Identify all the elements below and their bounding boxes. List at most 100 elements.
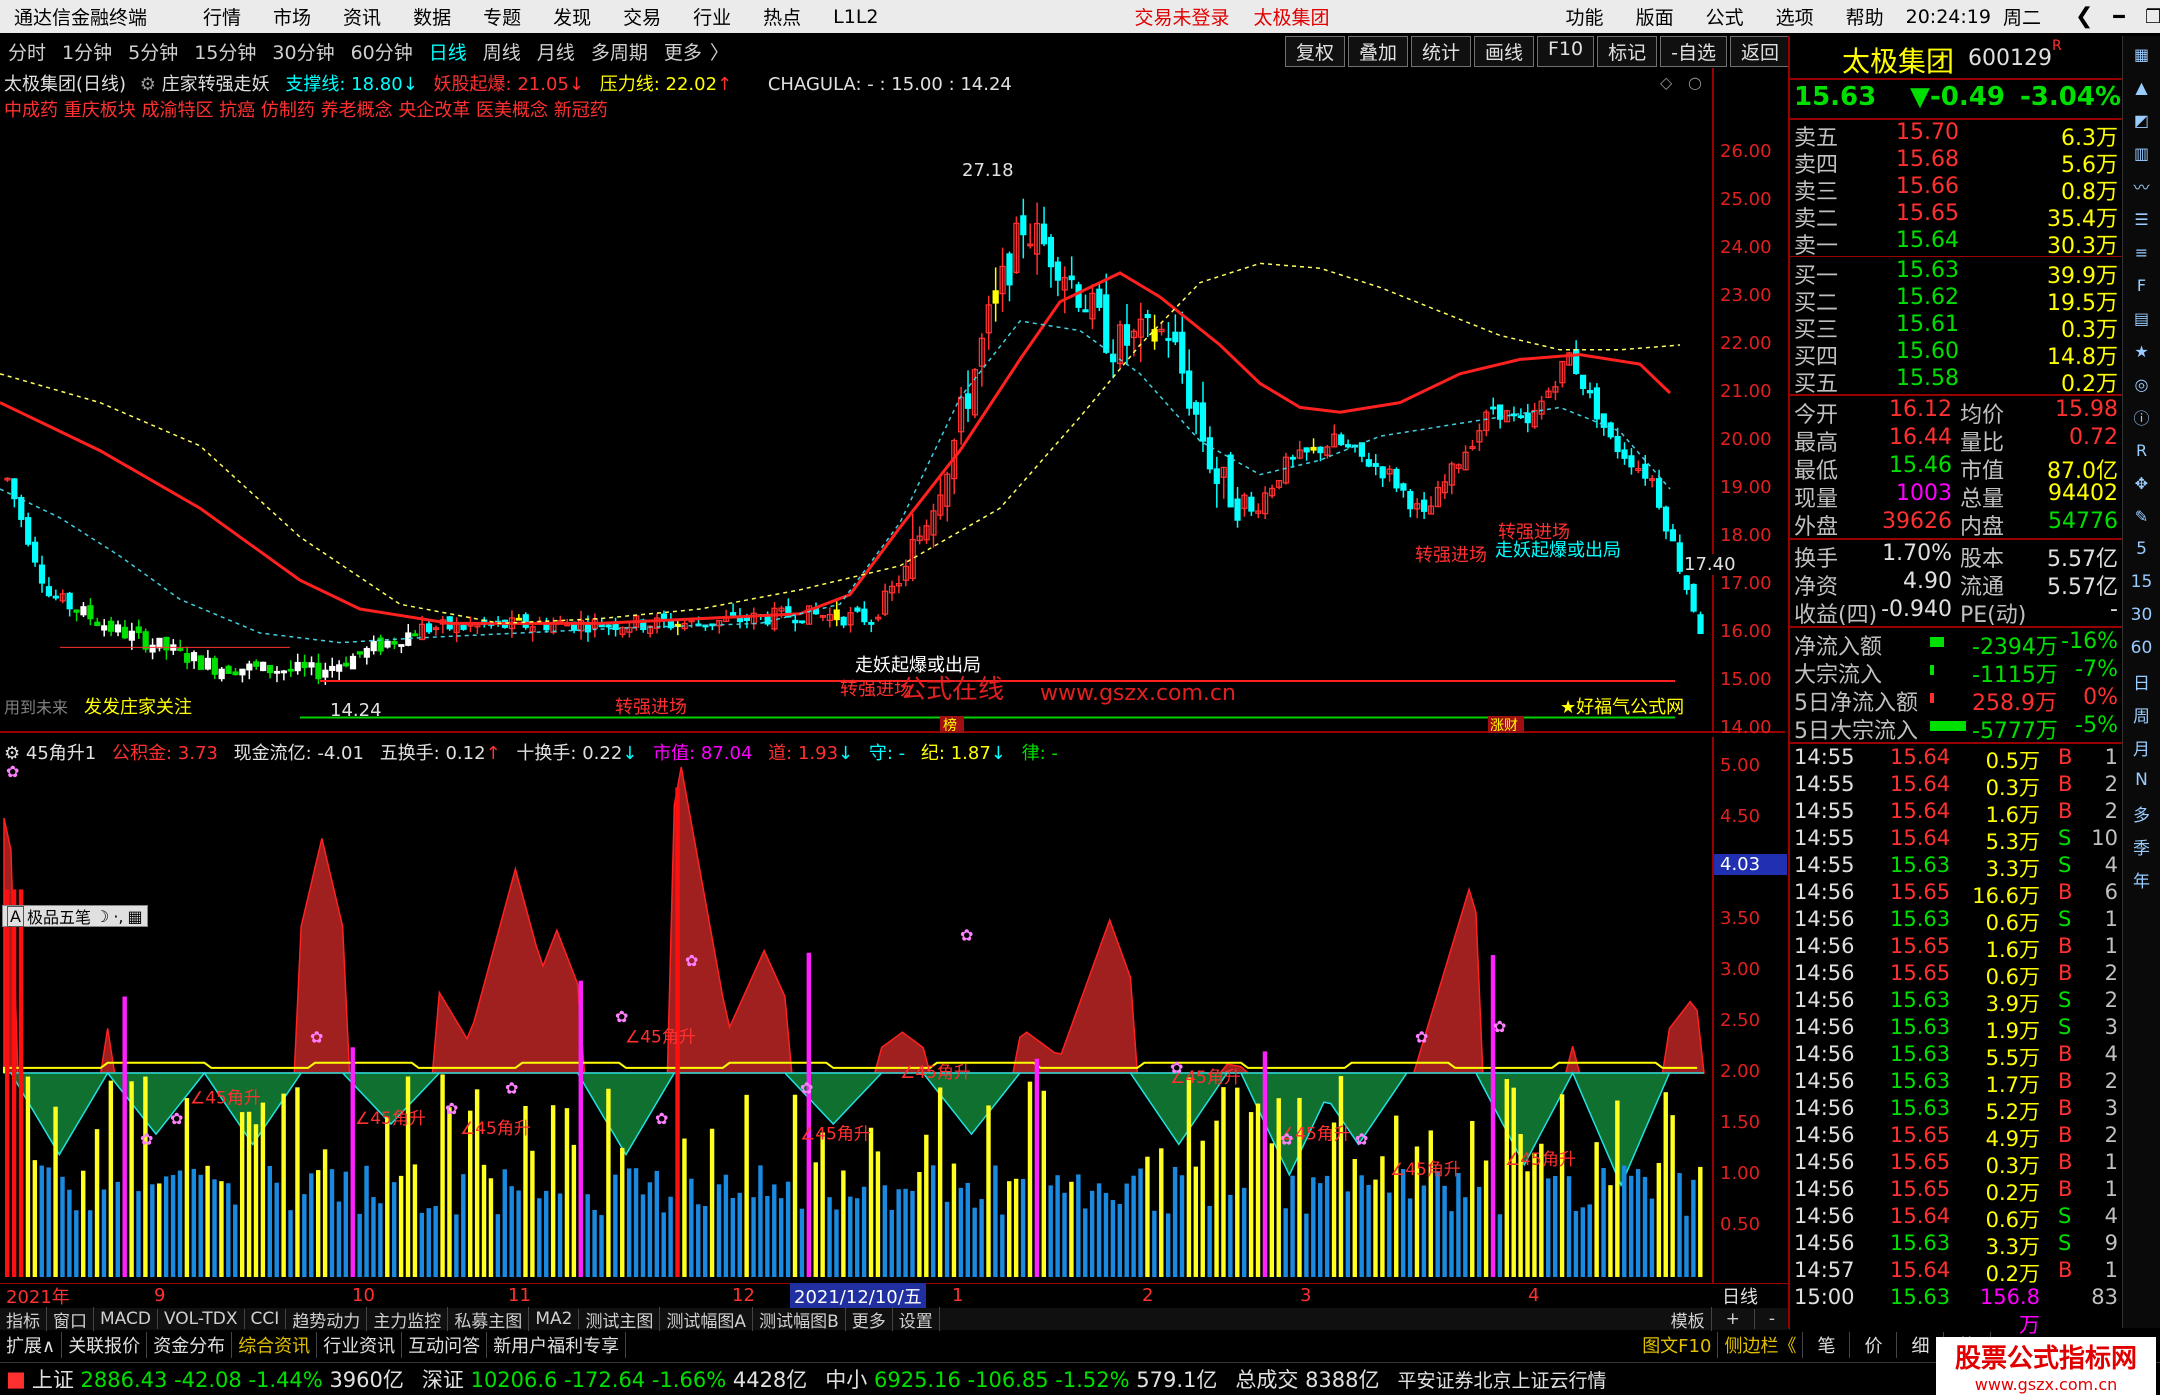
bid-row[interactable]: 买五 15.58 0.2万 [1790,366,2122,397]
menu-item-formula[interactable]: 公式 [1690,3,1760,30]
ext-tab-expand[interactable]: 扩展∧ [0,1332,63,1358]
bid-row[interactable]: 买二 15.62 19.5万 [1790,285,2122,316]
zoom-in-button[interactable]: + [1712,1309,1755,1329]
sidebar-period-9[interactable]: 季 [2127,831,2157,861]
period-monthly[interactable]: 月线 [529,38,583,65]
star-icon[interactable]: ★ [2127,336,2157,366]
ext-tab-qa[interactable]: 互动问答 [402,1332,488,1358]
period-timeshare[interactable]: 分时 [0,38,54,65]
bid-row[interactable]: 买四 15.60 14.8万 [1790,339,2122,370]
sidebar-period-6[interactable]: 月 [2127,732,2157,762]
restore-icon[interactable]: ❐ [2145,6,2160,28]
edit-icon[interactable]: ✎ [2127,501,2157,531]
tab-macd[interactable]: MACD [94,1309,158,1329]
menu-item-options[interactable]: 选项 [1760,3,1830,30]
sidebar-period-2[interactable]: 30 [2127,600,2157,630]
menu-item-quotes[interactable]: 行情 [187,3,257,30]
chart-icon[interactable]: ◩ [2127,105,2157,135]
up-icon[interactable]: ▲ [2127,72,2157,102]
menu-item-help[interactable]: 帮助 [1830,3,1900,30]
bid-row[interactable]: 买三 15.61 0.3万 [1790,312,2122,343]
period-30min[interactable]: 30分钟 [264,38,342,65]
period-daily[interactable]: 日线 [421,38,475,65]
overlay-button[interactable]: 叠加 [1347,36,1408,67]
more-chevron-icon[interactable]: 〉 [710,38,729,65]
sidebar-period-7[interactable]: N [2127,765,2157,795]
adjust-button[interactable]: 复权 [1284,36,1345,67]
menu-item-l1l2[interactable]: L1L2 [817,6,894,28]
draw-button[interactable]: 画线 [1473,36,1534,67]
sidebar-period-1[interactable]: 15 [2127,567,2157,597]
move-icon[interactable]: ✥ [2127,468,2157,498]
bid-row[interactable]: 买一 15.63 39.9万 [1790,258,2122,289]
menu-item-industry[interactable]: 行业 [677,3,747,30]
candle-icon[interactable]: ☰ [2127,204,2157,234]
sidebar-period-10[interactable]: 年 [2127,864,2157,894]
tab-ma2[interactable]: MA2 [529,1309,580,1329]
ime-popup[interactable]: A 极品五笔 ☽ ·, ▦ [2,905,148,927]
ext-pen[interactable]: 笔 [1803,1332,1851,1358]
zoom-out-button[interactable]: - [1755,1309,1790,1329]
sidebar-period-5[interactable]: 周 [2127,699,2157,729]
ask-row[interactable]: 卖二 15.65 35.4万 [1790,201,2122,232]
tab-cci[interactable]: CCI [245,1309,287,1329]
indicator-gear-icon[interactable]: ⚙ [4,743,20,764]
ext-f10[interactable]: 图文F10 [1636,1332,1719,1358]
bar-icon[interactable]: ▥ [2127,138,2157,168]
ext-tab-industry-news[interactable]: 行业资讯 [317,1332,403,1358]
ime-keyboard-icon[interactable]: ▦ [127,907,142,926]
sidebar-period-0[interactable]: 5 [2127,534,2157,564]
period-15min[interactable]: 15分钟 [186,38,264,65]
tab-private-main[interactable]: 私募主图 [448,1306,530,1332]
period-more[interactable]: 更多 [656,38,710,65]
login-status[interactable]: 交易未登录 [1135,3,1230,30]
price-chart-panel[interactable]: 27.18 14.24 走妖起爆或出局 转强进场 转强进场 走妖起爆或出局 转强进场 转强进场… [0,68,1785,738]
ask-row[interactable]: 卖一 15.64 30.3万 [1790,228,2122,259]
menu-item-layout[interactable]: 版面 [1620,3,1690,30]
menu-item-trade[interactable]: 交易 [607,3,677,30]
menu-item-market[interactable]: 市场 [257,3,327,30]
menu-item-news[interactable]: 资讯 [327,3,397,30]
sidebar-period-4[interactable]: 日 [2127,666,2157,696]
tab-test-a[interactable]: 测试幅图A [660,1306,754,1332]
period-multi[interactable]: 多周期 [583,38,656,65]
line-icon[interactable]: 〰 [2127,171,2157,201]
grid-icon[interactable]: ▦ [2127,39,2157,69]
ext-tab-related[interactable]: 关联报价 [62,1332,148,1358]
watchlist-button[interactable]: -自选 [1660,36,1727,67]
sidebar-period-8[interactable]: 多 [2127,798,2157,828]
stats-button[interactable]: 统计 [1410,36,1471,67]
tab-main-monitor[interactable]: 主力监控 [367,1306,449,1332]
menu-item-function[interactable]: 功能 [1550,3,1620,30]
ime-dot-icon[interactable]: ·, [113,907,123,926]
rsi-icon[interactable]: R [2127,435,2157,465]
ext-sidebar[interactable]: 侧边栏《 [1718,1332,1804,1358]
tab-test-main[interactable]: 测试主图 [579,1306,661,1332]
indicator-chart[interactable]: ∠45角升 ∠45角升 ∠45角升 ∠45角升 ∠45角升 ∠45角升 ∠45角升 ∠45角升… [0,737,1712,1285]
tab-indicator[interactable]: 指标 [0,1306,47,1332]
tab-window[interactable]: 窗口 [47,1306,94,1332]
sidebar-period-3[interactable]: 60 [2127,633,2157,663]
ask-row[interactable]: 卖五 15.70 6.3万 [1790,120,2122,151]
ext-tab-funds[interactable]: 资金分布 [147,1332,233,1358]
tab-more[interactable]: 更多 [846,1306,893,1332]
menu-item-topics[interactable]: 专题 [467,3,537,30]
formula-gear-icon[interactable]: ⚙ [140,74,156,95]
tab-vol-tdx[interactable]: VOL-TDX [158,1309,245,1329]
ext-price[interactable]: 价 [1850,1332,1898,1358]
mark-button[interactable]: 标记 [1597,36,1658,67]
period-5min[interactable]: 5分钟 [120,38,186,65]
minimize-icon[interactable]: ━ [2113,6,2124,28]
back-icon[interactable]: ❮ [2075,4,2093,29]
menu-item-discover[interactable]: 发现 [537,3,607,30]
ask-row[interactable]: 卖四 15.68 5.6万 [1790,147,2122,178]
period-60min[interactable]: 60分钟 [343,38,421,65]
menu-item-hot[interactable]: 热点 [747,3,817,30]
ext-tab-news[interactable]: 综合资讯 [232,1332,318,1358]
ask-row[interactable]: 卖三 15.66 0.8万 [1790,174,2122,205]
period-1min[interactable]: 1分钟 [54,38,120,65]
list-icon[interactable]: ≡ [2127,237,2157,267]
doc-icon[interactable]: ▤ [2127,303,2157,333]
ext-tab-promo[interactable]: 新用户福利专享 [487,1332,627,1358]
info-icon[interactable]: ⓘ [2127,402,2157,432]
